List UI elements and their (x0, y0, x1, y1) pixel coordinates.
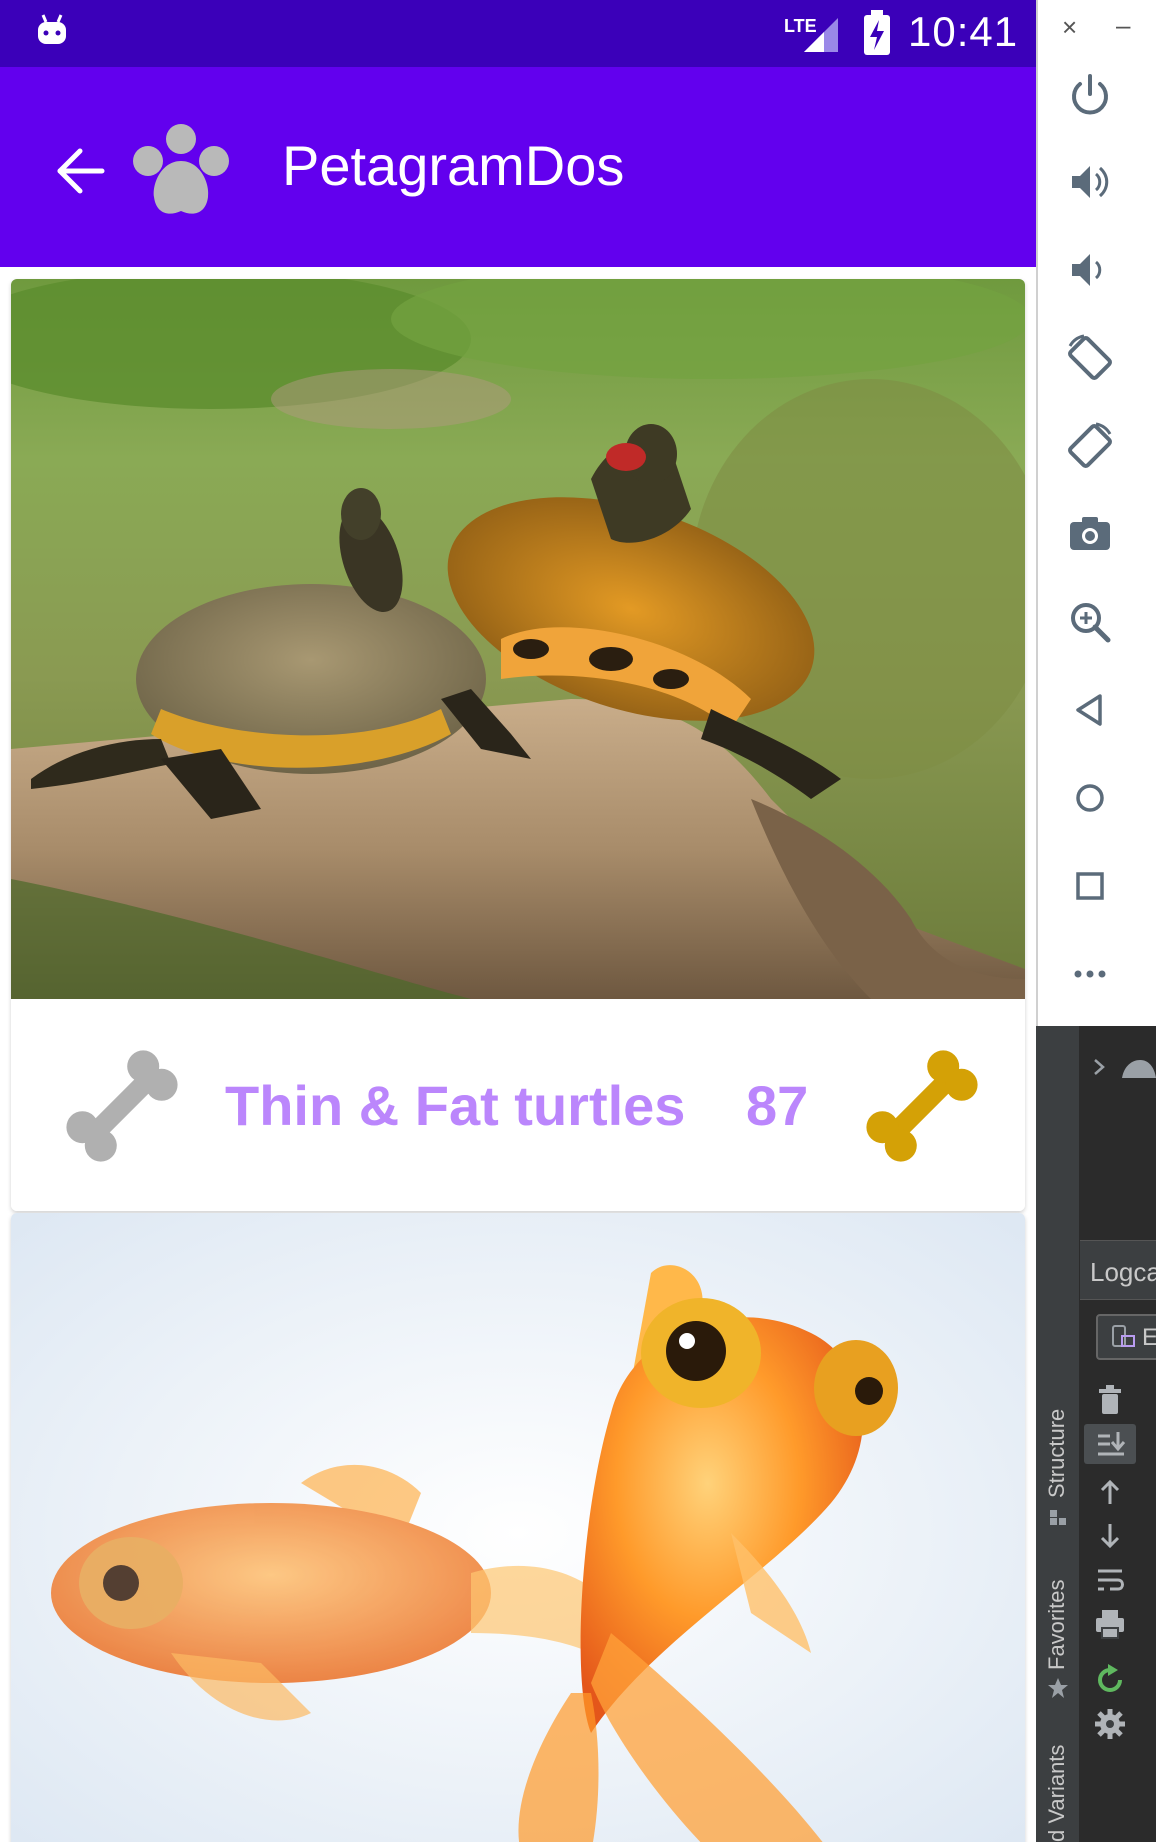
volume-up-icon[interactable] (1064, 156, 1116, 208)
pet-card: Thin & Fat turtles 87 (11, 279, 1025, 1211)
close-button[interactable]: × (1062, 12, 1077, 43)
status-bar: LTE 10:41 (0, 0, 1036, 67)
zoom-icon[interactable] (1064, 596, 1116, 648)
volume-down-icon[interactable] (1064, 244, 1116, 296)
device-label: E (1142, 1324, 1156, 1351)
bone-rating-icon (866, 1050, 978, 1162)
svg-text:LTE: LTE (784, 16, 817, 36)
turtles-photo (11, 279, 1025, 999)
ide-side-strip: Structure Favorites d Variants (1036, 1026, 1080, 1842)
home-icon[interactable] (1064, 772, 1116, 824)
goldfish-photo (11, 1213, 1025, 1842)
app-title: PetagramDos (282, 134, 625, 197)
lte-signal-icon: LTE (784, 16, 838, 52)
phone-screen: LTE 10:41 PetagramDos Thin & Fat turtles… (0, 0, 1036, 1842)
rotate-left-icon[interactable] (1064, 332, 1116, 384)
screen: LTE 10:41 PetagramDos Thin & Fat turtles… (0, 0, 1156, 1842)
bone-icon[interactable] (57, 1041, 187, 1171)
trash-icon[interactable] (1090, 1380, 1130, 1420)
up-arrow-icon[interactable] (1090, 1472, 1130, 1512)
rotate-right-icon[interactable] (1064, 420, 1116, 472)
overview-icon[interactable] (1064, 860, 1116, 912)
pet-card (11, 1213, 1025, 1842)
chevron-right-icon[interactable] (1088, 1056, 1110, 1078)
power-icon[interactable] (1064, 70, 1116, 122)
star-icon (1048, 1678, 1068, 1698)
restart-icon[interactable] (1090, 1660, 1130, 1700)
likes-count: 87 (746, 1074, 809, 1137)
logcat-tab[interactable]: Logca (1080, 1240, 1156, 1300)
android-debug-icon (1122, 1060, 1156, 1078)
favorites-tab[interactable]: Favorites (1044, 1580, 1070, 1670)
battery-charging-icon (864, 10, 890, 55)
settings-icon[interactable] (1090, 1704, 1130, 1744)
paw-icon (133, 124, 229, 214)
more-icon[interactable] (1064, 948, 1116, 1000)
arrow-back-icon[interactable] (52, 143, 108, 199)
minimize-button[interactable]: – (1116, 10, 1130, 41)
emulator-toolbar: × – (1036, 0, 1156, 1026)
soft-wrap-icon[interactable] (1090, 1560, 1130, 1600)
back-icon[interactable] (1064, 684, 1116, 736)
scroll-end-icon (1098, 1432, 1126, 1456)
device-selector[interactable]: E (1096, 1314, 1156, 1360)
camera-icon[interactable] (1064, 508, 1116, 560)
ide-panel: Structure Favorites d Variants Logca E (1036, 1026, 1156, 1842)
scroll-end-button[interactable] (1084, 1424, 1136, 1464)
pet-info-row: Thin & Fat turtles 87 (11, 999, 1025, 1211)
android-debug-icon (38, 14, 66, 44)
status-clock: 10:41 (908, 8, 1019, 55)
pet-name: Thin & Fat turtles (225, 1074, 686, 1137)
print-icon[interactable] (1090, 1604, 1130, 1644)
app-bar: PetagramDos (0, 67, 1036, 267)
down-arrow-icon[interactable] (1090, 1516, 1130, 1556)
logcat-toolbar (1080, 1370, 1140, 1842)
structure-tab[interactable]: Structure (1044, 1409, 1070, 1498)
pet-list[interactable]: Thin & Fat turtles 87 (0, 267, 1036, 1842)
build-variants-tab[interactable]: d Variants (1044, 1745, 1070, 1842)
device-icon (1112, 1325, 1135, 1347)
structure-icon (1050, 1510, 1066, 1525)
logcat-label: Logca (1090, 1257, 1156, 1287)
